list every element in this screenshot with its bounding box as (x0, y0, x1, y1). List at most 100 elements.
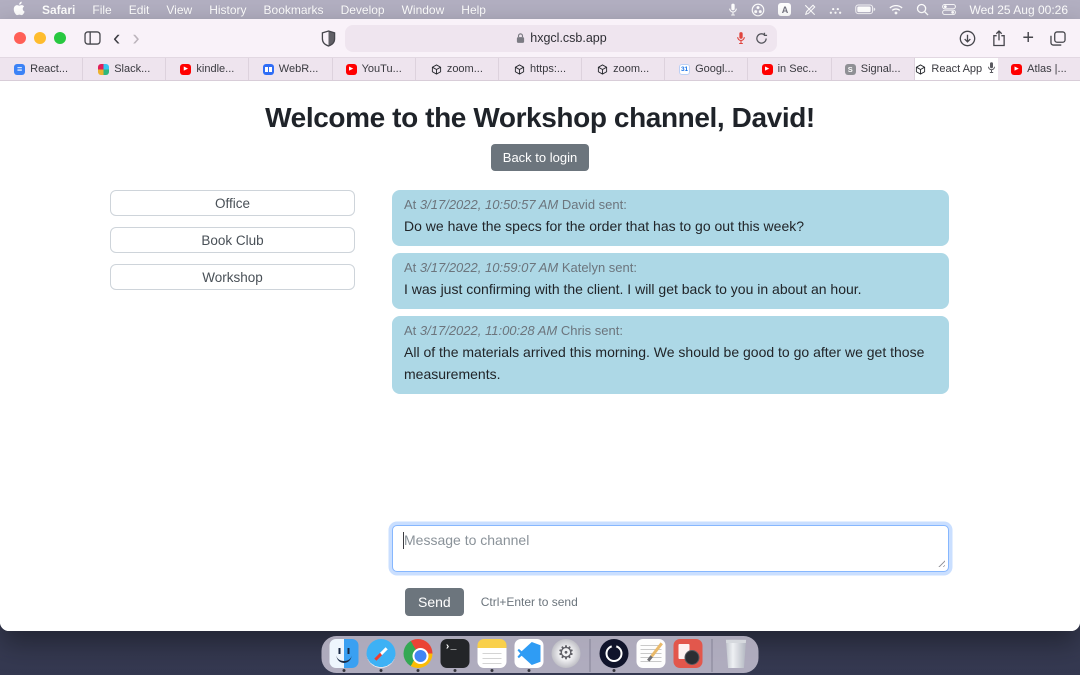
message-list: At 3/17/2022, 10:50:57 AM David sent:Do … (392, 190, 949, 525)
back-icon[interactable]: ‹ (113, 31, 120, 45)
book-favicon (263, 64, 274, 75)
toolbar-right: + (959, 30, 1066, 47)
tab-label: Googl... (695, 63, 734, 75)
dock-item-trash[interactable] (721, 639, 752, 672)
finder-icon (330, 639, 359, 668)
page-content: Welcome to the Workshop channel, David! … (0, 102, 1080, 631)
dock-item-textedit[interactable] (636, 639, 667, 672)
codesandbox-favicon (431, 64, 442, 75)
zoom-window-button[interactable] (54, 32, 66, 44)
search-icon[interactable] (916, 3, 929, 16)
channel-button-office[interactable]: Office (110, 190, 355, 216)
tab-label: Signal... (861, 63, 901, 75)
menu-develop[interactable]: Develop (341, 3, 385, 17)
tab-label: YouTu... (362, 63, 402, 75)
message-input[interactable] (392, 525, 949, 572)
youtube-favicon: ▶ (180, 64, 191, 75)
minimize-window-button[interactable] (34, 32, 46, 44)
tab-label: kindle... (196, 63, 234, 75)
browser-tab[interactable]: ≡React... (0, 58, 83, 80)
send-hint: Ctrl+Enter to send (481, 595, 578, 609)
dock-item-terminal[interactable] (440, 639, 471, 672)
control-center-icon[interactable] (942, 3, 956, 16)
browser-tab[interactable]: SSignal... (832, 58, 915, 80)
dock-separator (712, 639, 713, 672)
address-bar[interactable]: hxgcl.csb.app (345, 25, 777, 52)
input-source-icon[interactable]: A (778, 3, 791, 16)
browser-tab[interactable]: React App (915, 58, 998, 80)
dock-item-obs[interactable] (599, 639, 630, 672)
apple-icon[interactable] (12, 1, 25, 19)
menu-edit[interactable]: Edit (129, 3, 150, 17)
channel-button-book-club[interactable]: Book Club (110, 227, 355, 253)
battery-icon[interactable] (855, 4, 876, 15)
browser-tab[interactable]: zoom... (582, 58, 665, 80)
forward-icon[interactable]: › (132, 31, 139, 45)
menu-window[interactable]: Window (402, 3, 445, 17)
terminal-icon (441, 639, 470, 668)
browser-tab[interactable]: ▶in Sec... (748, 58, 831, 80)
menu-safari[interactable]: Safari (42, 3, 75, 17)
running-indicator (528, 669, 531, 672)
codesandbox-favicon (915, 64, 926, 75)
dock-item-finder[interactable] (329, 639, 360, 672)
reload-icon[interactable] (755, 32, 768, 45)
browser-tab[interactable]: WebR... (249, 58, 332, 80)
message-text: I was just confirming with the client. I… (404, 278, 937, 300)
tab-overview-icon[interactable] (1050, 31, 1066, 46)
browser-tab[interactable]: ▶Atlas |... (998, 58, 1080, 80)
tab-label: zoom... (447, 63, 483, 75)
dock-item-safari[interactable] (366, 639, 397, 672)
browser-tab[interactable]: 31 Googl... (665, 58, 748, 80)
running-indicator (454, 669, 457, 672)
browser-tab[interactable]: Slack... (83, 58, 166, 80)
lock-icon (516, 32, 525, 44)
back-to-login-button[interactable]: Back to login (491, 144, 589, 171)
codesandbox-favicon (597, 64, 608, 75)
message-meta: At 3/17/2022, 10:59:07 AM Katelyn sent: (404, 260, 937, 275)
menu-history[interactable]: History (209, 3, 246, 17)
browser-tab[interactable]: zoom... (416, 58, 499, 80)
dock-item-system-settings[interactable] (551, 639, 582, 672)
microphone-icon[interactable] (736, 31, 746, 45)
menu-view[interactable]: View (166, 3, 192, 17)
message-bubble: At 3/17/2022, 10:59:07 AM Katelyn sent: I… (392, 253, 949, 309)
browser-tab[interactable]: ▶ YouTu... (333, 58, 416, 80)
menu-help[interactable]: Help (461, 3, 486, 17)
tab-label: zoom... (613, 63, 649, 75)
tab-label: https:... (530, 63, 566, 75)
dock-item-vscode[interactable] (514, 639, 545, 672)
menubar-clock[interactable]: Wed 25 Aug 00:26 (969, 3, 1068, 17)
menu-file[interactable]: File (92, 3, 111, 17)
close-window-button[interactable] (14, 32, 26, 44)
browser-tab[interactable]: https:... (499, 58, 582, 80)
downloads-icon[interactable] (959, 30, 976, 47)
pencil-slash-icon[interactable] (804, 4, 816, 16)
browser-tab[interactable]: ▶ kindle... (166, 58, 249, 80)
slack-favicon (98, 64, 109, 75)
dock-separator (590, 639, 591, 672)
menu-bar: Safari File Edit View History Bookmarks Develo… (0, 0, 1080, 19)
microphone-icon[interactable] (728, 2, 738, 17)
tab-audio-icon[interactable] (987, 61, 996, 77)
dots-icon[interactable] (829, 5, 842, 15)
sidebar-icon[interactable] (84, 31, 101, 45)
menu-bookmarks[interactable]: Bookmarks (264, 3, 324, 17)
dock-item-photo-booth[interactable] (673, 639, 704, 672)
dock-item-notes[interactable] (477, 639, 508, 672)
shield-icon[interactable] (321, 30, 336, 47)
tab-label: Atlas |... (1027, 63, 1067, 75)
share-icon[interactable] (992, 30, 1006, 47)
dock-item-chrome[interactable] (403, 639, 434, 672)
tab-label: in Sec... (778, 63, 818, 75)
youtube-favicon: ▶ (346, 64, 357, 75)
gcal-favicon: 31 (679, 64, 690, 75)
textedit-icon (637, 639, 666, 668)
desktop: Safari File Edit View History Bookmarks Develo… (0, 0, 1080, 675)
channel-button-workshop[interactable]: Workshop (110, 264, 355, 290)
wifi-icon[interactable] (889, 4, 903, 15)
send-button[interactable]: Send (405, 588, 464, 616)
new-tab-icon[interactable]: + (1022, 31, 1034, 45)
obs-icon[interactable] (751, 3, 765, 17)
safari-icon (367, 639, 396, 668)
